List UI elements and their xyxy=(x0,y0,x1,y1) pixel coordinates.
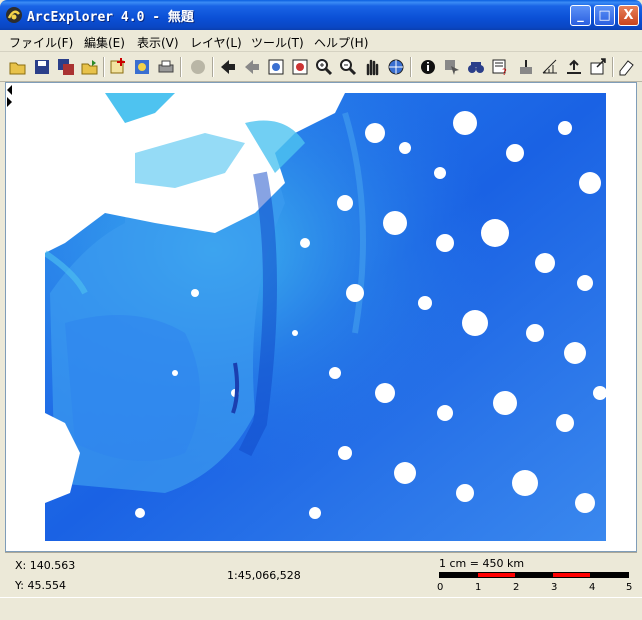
stop-icon[interactable] xyxy=(188,57,208,77)
select-icon[interactable] xyxy=(442,57,462,77)
y-coordinate: Y: 45.554 xyxy=(15,579,66,592)
menu-tools[interactable]: ツール(T) xyxy=(251,34,304,51)
globe-pan-icon[interactable] xyxy=(386,57,406,77)
menu-layer[interactable]: レイヤ(L) xyxy=(190,34,242,51)
print-icon[interactable] xyxy=(156,57,176,77)
scale-icon[interactable] xyxy=(540,57,560,77)
chart-icon[interactable] xyxy=(564,57,584,77)
x-coordinate: X: 140.563 xyxy=(15,559,76,572)
status-bar xyxy=(0,597,642,620)
full-extent-icon[interactable] xyxy=(266,57,286,77)
add-data-icon[interactable] xyxy=(132,57,152,77)
arcexplorer-logo-icon xyxy=(6,7,22,23)
title-bar[interactable]: ArcExplorer 4.0 - 無題 _ □ X xyxy=(0,0,642,30)
map-scale: 1:45,066,528 xyxy=(227,569,301,582)
identify-icon[interactable] xyxy=(418,57,438,77)
scalebar-tick: 4 xyxy=(589,582,596,593)
map-view[interactable] xyxy=(5,82,637,552)
scalebar-tick: 3 xyxy=(551,582,558,593)
eraser-icon[interactable] xyxy=(616,57,636,77)
toc-collapse-arrows-icon[interactable] xyxy=(6,83,14,113)
scalebar-tick: 0 xyxy=(437,582,444,593)
scalebar xyxy=(439,572,629,578)
menu-edit[interactable]: 編集(E) xyxy=(84,34,125,51)
pan-icon[interactable] xyxy=(362,57,382,77)
scalebar-tick: 1 xyxy=(475,582,482,593)
bathymetry-map-image xyxy=(45,93,606,541)
status-panel: X: 140.563 Y: 45.554 1:45,066,528 1 cm =… xyxy=(5,552,637,597)
measure-icon[interactable] xyxy=(516,57,536,77)
window-title: ArcExplorer 4.0 - 無題 xyxy=(27,10,194,25)
query-icon[interactable]: ? xyxy=(490,57,510,78)
open-project-icon[interactable] xyxy=(80,57,100,77)
minimize-button[interactable]: _ xyxy=(570,5,591,26)
toolbar: ? xyxy=(0,52,642,82)
scalebar-label: 1 cm = 450 km xyxy=(439,557,525,570)
map-raster-icon xyxy=(45,93,606,541)
forward-icon[interactable] xyxy=(242,57,262,77)
back-icon[interactable] xyxy=(218,57,238,77)
zoom-out-icon[interactable] xyxy=(338,57,358,77)
scalebar-tick: 5 xyxy=(626,582,633,593)
open-folder-icon[interactable] xyxy=(8,57,28,77)
svg-text:?: ? xyxy=(502,68,507,76)
menu-help[interactable]: ヘルプ(H) xyxy=(314,34,368,51)
zoom-in-icon[interactable] xyxy=(314,57,334,77)
zoom-layer-icon[interactable] xyxy=(290,57,310,77)
close-button[interactable]: X xyxy=(618,5,639,26)
scalebar-tick: 2 xyxy=(513,582,520,593)
save-all-icon[interactable] xyxy=(56,57,76,77)
find-icon[interactable] xyxy=(466,57,486,77)
menu-bar: ファイル(F) 編集(E) 表示(V) レイヤ(L) ツール(T) ヘルプ(H) xyxy=(0,30,642,52)
save-icon[interactable] xyxy=(32,57,52,77)
menu-view[interactable]: 表示(V) xyxy=(137,34,179,51)
maximize-button[interactable]: □ xyxy=(594,5,615,26)
menu-file[interactable]: ファイル(F) xyxy=(9,34,73,51)
add-layer-icon[interactable] xyxy=(108,57,128,77)
export-icon[interactable] xyxy=(588,57,608,77)
